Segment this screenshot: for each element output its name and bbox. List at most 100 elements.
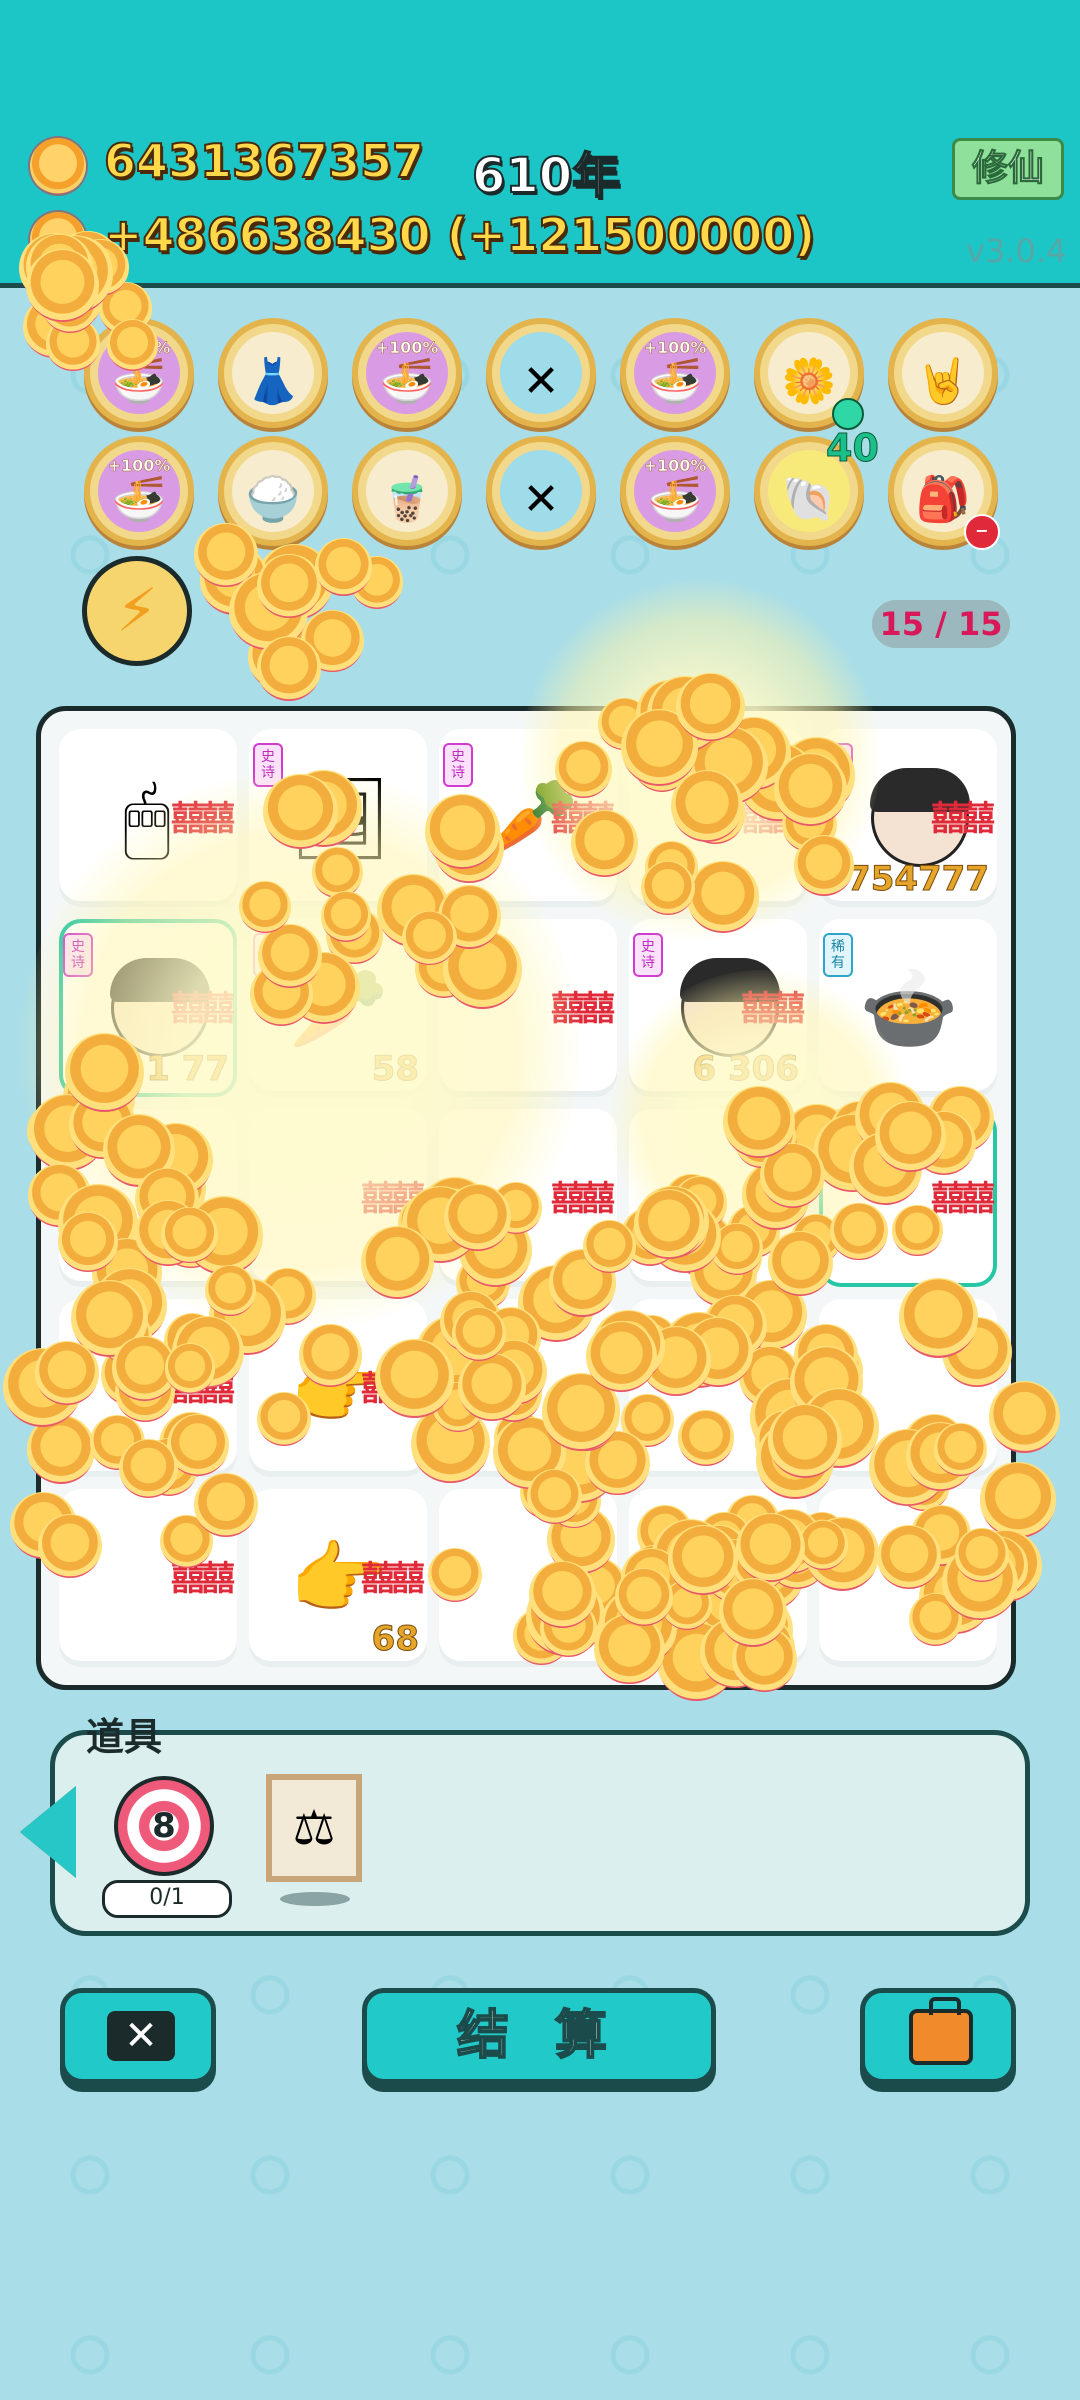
badge-dot-icon	[832, 398, 864, 430]
target-item-count: 8	[152, 1806, 176, 1846]
coin-income-icon	[30, 212, 86, 268]
close-icon: ✕	[107, 2011, 175, 2061]
bubble-tea-icon-glyph: 🧋	[379, 474, 435, 525]
scale-frame-icon[interactable]: ⚖	[266, 1774, 362, 1882]
board-cell[interactable]: 🖱 囍囍	[59, 729, 237, 907]
crossed-sticks-icon[interactable]: ✕	[486, 436, 596, 546]
board-cell[interactable]	[629, 1489, 807, 1667]
cup-boost-icon-glyph: 🍜	[111, 474, 167, 525]
coin-icon	[30, 138, 86, 194]
frame-shadow	[280, 1892, 350, 1906]
remove-icon[interactable]: −	[964, 514, 1000, 550]
close-button[interactable]: ✕	[60, 1988, 216, 2084]
board-cell[interactable]: 囍囍	[819, 1109, 997, 1287]
board-cell[interactable]: 🍲 稀有	[819, 919, 997, 1097]
settle-button[interactable]: 结 算	[362, 1988, 716, 2084]
coin-total: 6431367357	[103, 133, 425, 189]
double-happiness-mark: 囍囍	[361, 1559, 425, 1599]
board-cell[interactable]	[629, 1299, 807, 1477]
double-happiness-mark: 囍囍	[551, 1559, 615, 1599]
board-cell[interactable]: 史诗 囍囍 1 77	[59, 919, 237, 1097]
rock-hand-icon[interactable]: 🤘	[888, 318, 998, 428]
cup-boost-icon[interactable]: +100% 🍜	[84, 436, 194, 546]
board-cell[interactable]: 🖼 史诗	[249, 729, 427, 907]
cup-boost-icon-glyph: 🍜	[647, 474, 703, 525]
double-happiness-mark: 囍囍	[741, 799, 805, 839]
board-cell[interactable]: 囍囍	[439, 919, 617, 1097]
frame-icon: 🖼	[289, 772, 391, 865]
double-happiness-mark: 囍囍	[361, 1369, 425, 1409]
rice-cooker-icon-glyph: 🍚	[245, 474, 301, 525]
crossed-sticks-icon[interactable]: ✕	[486, 318, 596, 428]
top-bar: 6431367357 +486638430 (+121500000) 610年 …	[0, 0, 1080, 288]
rarity-tag: 史诗	[633, 933, 663, 977]
rarity-tag: 史诗	[253, 933, 283, 977]
skirt-icon-glyph: 👗	[245, 356, 301, 407]
board-cell[interactable]: 囍囍	[59, 1299, 237, 1477]
board-cell[interactable]	[819, 1299, 997, 1477]
board-cell[interactable]: 囍囍	[249, 1109, 427, 1287]
shell-icon-glyph: 🐚	[781, 474, 837, 525]
board-cell[interactable]: 史诗囍囍 6 306	[629, 919, 807, 1097]
cup-boost-icon-glyph: 🍜	[111, 356, 167, 407]
rock-hand-icon-glyph: 🤘	[915, 356, 971, 407]
rice-cooker-icon[interactable]: 🍚	[218, 436, 328, 546]
rarity-tag: 稀有	[823, 933, 853, 977]
skirt-icon[interactable]: 👗	[218, 318, 328, 428]
double-happiness-mark: 囍囍	[551, 799, 615, 839]
target-item-uses: 0/1	[102, 1880, 232, 1918]
board-cell[interactable]	[819, 1489, 997, 1667]
cell-value: 68	[371, 1619, 419, 1660]
board-cell[interactable]: 史诗 囍囍 754777	[819, 729, 997, 907]
rarity-tag: 史诗	[253, 743, 283, 787]
board-cell[interactable]	[629, 1109, 807, 1287]
board-cell[interactable]: 👉 囍囍	[249, 1299, 427, 1477]
double-happiness-mark: 囍囍	[171, 1369, 235, 1409]
board-cell[interactable]: 👉 囍囍 68	[249, 1489, 427, 1667]
cup-boost-icon[interactable]: +100% 🍜	[84, 318, 194, 428]
version-label: v3.0.4	[966, 232, 1067, 270]
items-title: 道具	[86, 1715, 163, 1759]
lightning-icon[interactable]: ⚡	[82, 556, 192, 666]
double-happiness-mark: 囍囍	[361, 1179, 425, 1219]
carrot-icon: 🥕	[289, 962, 389, 1055]
double-happiness-mark: 囍囍	[171, 1559, 235, 1599]
year-label: 610年	[471, 147, 621, 205]
double-happiness-mark: 囍囍	[171, 799, 235, 839]
game-board: 🖱 囍囍 🖼 史诗 🥕 史诗 囍囍 囍囍 史诗 囍囍 754777 史诗 囍囍 1 77 🥕 史诗 58 囍囍 史诗…	[36, 706, 1016, 1690]
board-cell[interactable]: 囍囍	[629, 729, 807, 907]
briefcase-icon	[909, 1997, 973, 2065]
pot-icon: 🍲	[859, 962, 959, 1055]
rarity-tag: 史诗	[823, 743, 853, 787]
cell-value: 754777	[847, 859, 990, 900]
board-cell[interactable]: 🥕 史诗 囍囍	[439, 729, 617, 907]
flower-count-badge: 40	[826, 426, 880, 471]
double-happiness-mark: 囍囍	[741, 989, 805, 1029]
scroll-left-arrow-icon[interactable]	[20, 1786, 76, 1878]
target-item-icon[interactable]: 8	[114, 1776, 214, 1876]
cup-boost-icon-glyph: 🍜	[379, 356, 435, 407]
board-cell[interactable]	[59, 1109, 237, 1287]
board-cell[interactable]: 囍囍	[59, 1489, 237, 1667]
slot-counter: 15 / 15	[872, 600, 1010, 648]
cup-boost-icon[interactable]: +100% 🍜	[352, 318, 462, 428]
rarity-tag: 史诗	[63, 933, 93, 977]
board-cell[interactable]	[439, 1299, 617, 1477]
cell-value: 58	[371, 1049, 419, 1090]
cell-value: 6 306	[692, 1049, 799, 1090]
board-cell[interactable]: 囍囍	[439, 1489, 617, 1667]
board-cell[interactable]: 🥕 史诗 58	[249, 919, 427, 1097]
crossed-sticks-icon-glyph: ✕	[522, 356, 560, 407]
cup-boost-icon-glyph: 🍜	[647, 356, 703, 407]
cup-boost-icon[interactable]: +100% 🍜	[620, 436, 730, 546]
rarity-tag: 史诗	[443, 743, 473, 787]
board-cell[interactable]: 囍囍	[439, 1109, 617, 1287]
double-happiness-mark: 囍囍	[931, 1179, 995, 1219]
crossed-sticks-icon-glyph: ✕	[522, 474, 560, 525]
inventory-button[interactable]	[860, 1988, 1016, 2084]
double-happiness-mark: 囍囍	[551, 1179, 615, 1219]
cultivation-button[interactable]: 修仙	[952, 138, 1064, 200]
bubble-tea-icon[interactable]: 🧋	[352, 436, 462, 546]
cell-value: 1 77	[146, 1049, 230, 1090]
cup-boost-icon[interactable]: +100% 🍜	[620, 318, 730, 428]
